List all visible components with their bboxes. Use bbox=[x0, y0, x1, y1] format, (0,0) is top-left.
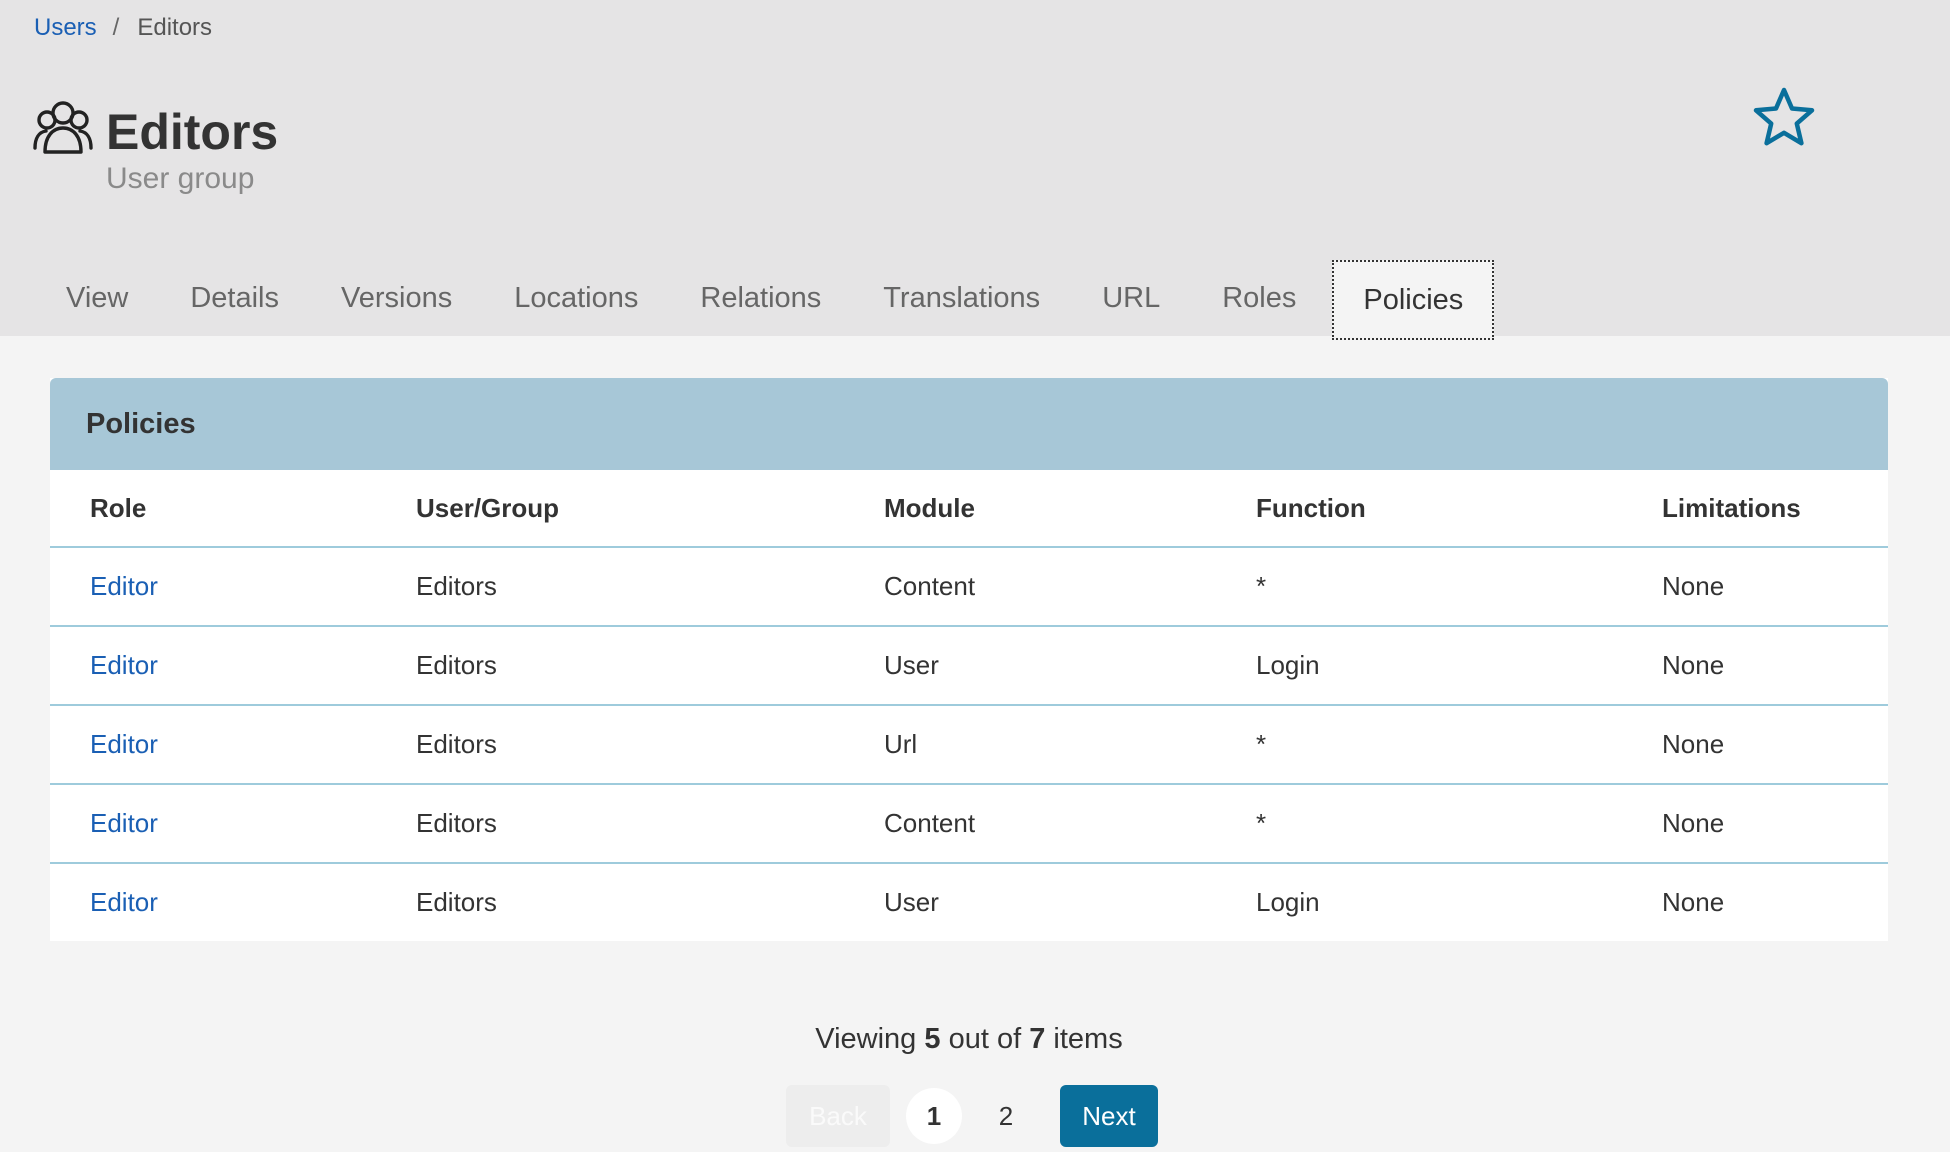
module-cell: User bbox=[844, 625, 1216, 705]
limitations-cell: None bbox=[1622, 704, 1888, 784]
star-outline-icon[interactable] bbox=[1752, 86, 1816, 148]
tab-versions[interactable]: Versions bbox=[315, 260, 478, 336]
user-group-cell: Editors bbox=[376, 546, 844, 626]
breadcrumb-current: Editors bbox=[137, 14, 213, 41]
policies-table: Role User/Group Module Function Limitati… bbox=[50, 470, 1888, 941]
table-row: Editor Editors Content * None bbox=[50, 783, 1888, 863]
summary-suffix: items bbox=[1053, 1023, 1123, 1055]
column-header-function: Function bbox=[1256, 492, 1366, 523]
function-cell: Login bbox=[1216, 625, 1622, 705]
user-group-cell: Editors bbox=[376, 783, 844, 863]
user-group-cell: Editors bbox=[376, 625, 844, 705]
pagination: Back 1 2 Next bbox=[786, 1085, 1158, 1147]
column-header-limitations: Limitations bbox=[1662, 492, 1801, 523]
limitations-cell: None bbox=[1622, 625, 1888, 705]
role-link[interactable]: Editor bbox=[50, 546, 376, 626]
module-cell: User bbox=[844, 862, 1216, 941]
page-header: Users / Editors Editors User group View … bbox=[0, 0, 1950, 340]
title-row: Editors User group bbox=[32, 96, 278, 196]
summary-prefix: Viewing bbox=[815, 1023, 917, 1055]
function-cell: Login bbox=[1216, 862, 1622, 941]
tab-roles[interactable]: Roles bbox=[1196, 260, 1322, 336]
user-group-cell: Editors bbox=[376, 862, 844, 941]
page-title: Editors bbox=[106, 104, 279, 160]
table-row: Editor Editors Content * None bbox=[50, 546, 1888, 626]
tab-bar: View Details Versions Locations Relation… bbox=[40, 260, 1504, 340]
module-cell: Content bbox=[844, 783, 1216, 863]
module-cell: Content bbox=[844, 546, 1216, 626]
tab-relations[interactable]: Relations bbox=[674, 260, 847, 336]
tab-translations[interactable]: Translations bbox=[857, 260, 1066, 336]
table-header-row: Role User/Group Module Function Limitati… bbox=[50, 470, 1888, 547]
users-icon bbox=[33, 101, 93, 154]
column-header-module: Module bbox=[884, 492, 975, 523]
summary-middle: out of bbox=[948, 1023, 1022, 1055]
item-count-summary: Viewing 5 out of 7 items bbox=[0, 1023, 1938, 1056]
tab-policies[interactable]: Policies bbox=[1332, 260, 1495, 340]
tab-locations[interactable]: Locations bbox=[488, 260, 664, 336]
policies-panel: Policies Role User/Group Module Function… bbox=[50, 378, 1888, 941]
breadcrumb-separator: / bbox=[112, 14, 120, 41]
page-button-2[interactable]: 2 bbox=[978, 1088, 1034, 1144]
table-row: Editor Editors User Login None bbox=[50, 625, 1888, 705]
summary-total-count: 7 bbox=[1029, 1023, 1046, 1055]
table-row: Editor Editors User Login None bbox=[50, 862, 1888, 941]
breadcrumb-link-users[interactable]: Users bbox=[34, 14, 97, 42]
role-link[interactable]: Editor bbox=[50, 704, 376, 784]
module-cell: Url bbox=[844, 704, 1216, 784]
panel-title: Policies bbox=[50, 378, 1888, 470]
column-header-role: Role bbox=[90, 492, 147, 523]
tab-view[interactable]: View bbox=[40, 260, 154, 336]
page-button-1[interactable]: 1 bbox=[906, 1088, 962, 1144]
limitations-cell: None bbox=[1622, 546, 1888, 626]
back-button[interactable]: Back bbox=[786, 1085, 890, 1147]
function-cell: * bbox=[1216, 546, 1622, 626]
tab-details[interactable]: Details bbox=[164, 260, 305, 336]
function-cell: * bbox=[1216, 783, 1622, 863]
tab-url[interactable]: URL bbox=[1076, 260, 1186, 336]
table-row: Editor Editors Url * None bbox=[50, 704, 1888, 784]
breadcrumb: Users / Editors bbox=[34, 14, 212, 42]
function-cell: * bbox=[1216, 704, 1622, 784]
page-subtitle: User group bbox=[106, 162, 255, 195]
summary-shown-count: 5 bbox=[924, 1023, 941, 1055]
column-header-user-group: User/Group bbox=[416, 492, 560, 523]
user-group-cell: Editors bbox=[376, 704, 844, 784]
role-link[interactable]: Editor bbox=[50, 625, 376, 705]
limitations-cell: None bbox=[1622, 783, 1888, 863]
role-link[interactable]: Editor bbox=[50, 783, 376, 863]
limitations-cell: None bbox=[1622, 862, 1888, 941]
next-button[interactable]: Next bbox=[1060, 1085, 1158, 1147]
role-link[interactable]: Editor bbox=[50, 862, 376, 941]
